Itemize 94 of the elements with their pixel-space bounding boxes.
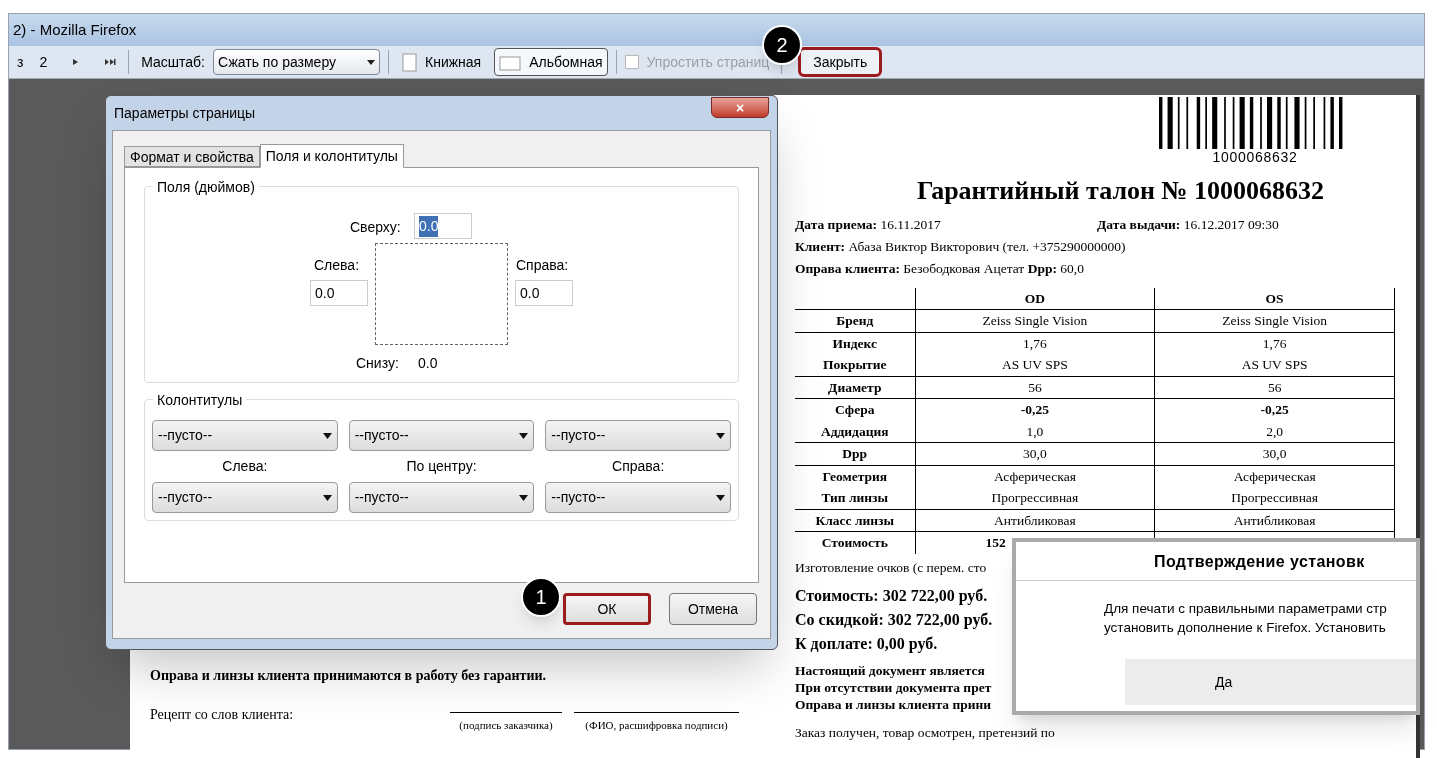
dropdown-arrow-icon[interactable] bbox=[716, 432, 725, 439]
recipe-label: Рецепт со слов клиента: bbox=[150, 706, 295, 724]
signature-line: (ФИО, расшифровка подписи) bbox=[574, 712, 739, 734]
row-label: Индекс bbox=[795, 332, 915, 354]
scale-label: Масштаб: bbox=[141, 52, 205, 72]
table-cell: Антибликовая bbox=[994, 512, 1076, 528]
table-cell: 1,76 bbox=[1262, 335, 1287, 351]
row-label: Покрытие bbox=[795, 354, 915, 376]
popup-message: установить дополнение к Firefox. Установить bbox=[1104, 619, 1387, 637]
note-text: Изготовление очков (с перем. сто bbox=[795, 558, 987, 577]
column-header: OD bbox=[915, 288, 1155, 310]
table-cell: Асферическая bbox=[993, 468, 1076, 484]
margin-field[interactable]: 0.0 bbox=[310, 280, 368, 306]
table-cell: Асферическая bbox=[1233, 468, 1316, 484]
row-label: Бренд bbox=[795, 309, 915, 332]
table-cell: Прогрессивная bbox=[1231, 490, 1319, 505]
barcode-number: 1000068632 bbox=[1211, 149, 1299, 165]
total-line: Со скидкой: 302 722,00 руб. bbox=[795, 609, 993, 631]
table-cell: AS UV SPS bbox=[1001, 357, 1068, 372]
warranty-note: Оправа и линзы клиента принимаются в работу без гарантии. bbox=[150, 667, 548, 685]
popup-title: Подтверждение установк bbox=[1016, 542, 1416, 581]
page-label: з bbox=[17, 52, 24, 72]
dropdown-arrow-icon[interactable] bbox=[367, 59, 375, 65]
close-preview-button[interactable]: Закрыть bbox=[798, 47, 883, 77]
table-cell: -0,25 bbox=[1260, 402, 1289, 417]
last-page-icon[interactable] bbox=[104, 57, 117, 67]
table-cell: 152 bbox=[985, 535, 1006, 550]
terms-line: Оправа и линзы клиента прини bbox=[795, 695, 992, 713]
table-cell: 56 bbox=[1028, 379, 1042, 395]
table-cell: Zeiss Single Vision bbox=[1222, 313, 1327, 328]
dialog-button[interactable]: ОК bbox=[563, 593, 651, 625]
margin-value: 0.0 bbox=[418, 354, 438, 373]
table-cell: Zeiss Single Vision bbox=[982, 313, 1088, 328]
info-line: Оправа клиента: Безободковая Ацетат Dpp: 60,0 bbox=[795, 260, 1085, 278]
position-label: По центру: bbox=[406, 457, 477, 476]
document-title: Гарантийный талон № 1000068632 bbox=[915, 175, 1326, 207]
table-cell: 2,0 bbox=[1266, 423, 1284, 439]
row-label: Диаметр bbox=[795, 376, 915, 399]
table-cell: 56 bbox=[1267, 379, 1282, 395]
row-label: Аддидация bbox=[795, 420, 915, 443]
header-dropdown[interactable]: --пусто-- bbox=[152, 482, 338, 513]
total-line: К доплате: 0,00 руб. bbox=[795, 633, 938, 655]
row-label: Dpp bbox=[795, 442, 915, 465]
field-label: Снизу: bbox=[356, 354, 399, 373]
window-title: 2) - Mozilla Firefox bbox=[13, 19, 137, 40]
signature-line: (подпись заказчика) bbox=[450, 712, 562, 734]
confirm-button[interactable]: Да bbox=[1125, 659, 1416, 705]
table-cell: 30,0 bbox=[1023, 446, 1047, 461]
info-line: Дата приема: 16.11.2017 bbox=[795, 216, 942, 234]
dialog-title: Параметры страницы bbox=[114, 103, 256, 123]
position-label: Справа: bbox=[612, 457, 665, 476]
closing-text: Заказ получен, товар осмотрен, претензий по bbox=[795, 723, 1055, 742]
row-label: Сфера bbox=[795, 398, 915, 421]
table-cell: Антибликовая bbox=[1233, 512, 1316, 528]
field-label: Слева: bbox=[314, 256, 360, 275]
table-cell: 30,0 bbox=[1262, 446, 1287, 461]
popup-message: Для печати с правильными параметрами стр bbox=[1104, 600, 1388, 618]
dropdown-arrow-icon[interactable] bbox=[322, 432, 332, 439]
dropdown-arrow-icon[interactable] bbox=[519, 432, 529, 439]
total-line: Стоимость: 302 722,00 руб. bbox=[795, 585, 988, 607]
terms-line: При отсутствии документа прет bbox=[795, 678, 992, 696]
column-header: OS bbox=[1154, 288, 1395, 310]
table-cell: AS UV SPS bbox=[1241, 357, 1308, 372]
field-label: Справа: bbox=[516, 256, 569, 275]
margin-field[interactable]: 0.0 bbox=[414, 213, 472, 239]
tab[interactable]: Поля и колонтитулы bbox=[259, 144, 404, 168]
info-line: Клиент: Абаза Виктор Викторович (тел. +375290000000) bbox=[795, 238, 1127, 256]
tab[interactable]: Формат и свойства bbox=[124, 146, 260, 167]
row-label: Класс линзы bbox=[795, 509, 915, 532]
table-cell: 1,0 bbox=[1026, 423, 1044, 439]
header-dropdown[interactable]: --пусто-- bbox=[545, 482, 731, 513]
table-cell: 1,76 bbox=[1023, 335, 1047, 351]
header-dropdown[interactable]: --пусто-- bbox=[348, 482, 535, 513]
orientation-button[interactable]: Альбомная bbox=[494, 48, 608, 76]
row-label: Тип линзы bbox=[795, 487, 915, 509]
row-label: Геометрия bbox=[795, 465, 915, 487]
terms-line: Настоящий документ является bbox=[795, 661, 985, 679]
margin-field[interactable]: 0.0 bbox=[515, 280, 573, 306]
dropdown-arrow-icon[interactable] bbox=[519, 494, 529, 501]
header-dropdown[interactable]: --пусто-- bbox=[152, 420, 338, 451]
position-label: Слева: bbox=[222, 457, 268, 476]
header-dropdown[interactable]: --пусто-- bbox=[545, 420, 731, 451]
field-label: Сверху: bbox=[350, 218, 401, 237]
scale-dropdown[interactable]: Сжать по размеру bbox=[213, 49, 380, 75]
table-cell: -0,25 bbox=[1020, 402, 1049, 417]
page-number: 2 bbox=[39, 52, 48, 72]
dialog-button[interactable]: Отмена bbox=[669, 593, 757, 625]
dropdown-arrow-icon[interactable] bbox=[322, 494, 332, 501]
row-label: Стоимость bbox=[795, 531, 915, 554]
dropdown-arrow-icon[interactable] bbox=[716, 494, 725, 501]
table-cell: Прогрессивная bbox=[991, 490, 1079, 505]
info-line: Дата выдачи: 16.12.2017 09:30 bbox=[1097, 216, 1279, 234]
header-dropdown[interactable]: --пусто-- bbox=[348, 420, 535, 451]
orientation-button[interactable]: Книжная bbox=[397, 48, 487, 76]
